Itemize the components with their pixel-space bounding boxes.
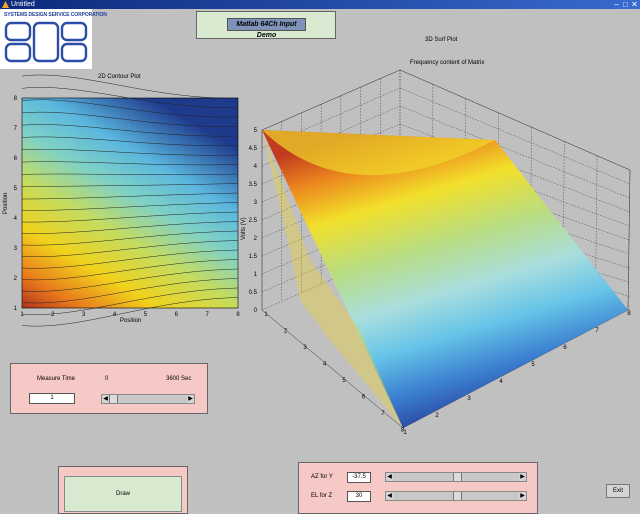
measure-min-label: 0 [105, 376, 108, 382]
el-label: EL for Z [311, 493, 332, 499]
surf-right-tick: 6 [563, 345, 567, 351]
slider-thumb[interactable] [453, 473, 462, 481]
surf-left-tick: 3 [303, 345, 307, 351]
view-angle-panel: AZ for Y -37.5 ◀ ▶ EL for Z 30 ◀ ▶ [298, 462, 538, 514]
measure-time-input[interactable]: 1 [29, 393, 75, 404]
slider-right-arrow-icon[interactable]: ▶ [187, 395, 194, 403]
surf-left-tick: 7 [381, 411, 385, 417]
exit-button[interactable]: Exit [606, 484, 630, 498]
surf-left-tick: 2 [284, 329, 288, 335]
surf-ztick: 1 [254, 272, 258, 278]
slider-thumb[interactable] [453, 492, 462, 500]
surf-ztick: 4.5 [249, 146, 258, 152]
surf-ztick: 0 [254, 308, 258, 314]
surf-right-tick: 3 [467, 396, 471, 402]
surf-ztick: 2.5 [249, 218, 258, 224]
surf-right-tick: 8 [627, 311, 631, 317]
surf-right-tick: 2 [435, 413, 439, 419]
surf-ztick: 1.5 [249, 254, 258, 260]
slider-left-arrow-icon[interactable]: ◀ [102, 395, 109, 403]
surf-plot: 00.511.522.533.544.551234567812345678 [0, 0, 640, 512]
surf-right-tick: 5 [531, 362, 535, 368]
measure-time-panel: Measure Time 0 3600 Sec 1 ◀ ▶ [10, 363, 208, 414]
az-label: AZ for Y [311, 474, 333, 480]
slider-right-arrow-icon[interactable]: ▶ [519, 492, 526, 500]
surf-right-tick: 7 [595, 328, 599, 334]
surf-ztick: 3 [254, 200, 258, 206]
surf-ztick: 4 [254, 164, 258, 170]
measure-time-slider[interactable]: ◀ ▶ [101, 394, 195, 404]
surf-ztick: 2 [254, 236, 258, 242]
surf-left-tick: 5 [342, 378, 346, 384]
el-input[interactable]: 30 [347, 491, 371, 502]
measure-time-label: Measure Time [37, 376, 75, 382]
el-slider[interactable]: ◀ ▶ [385, 491, 527, 501]
slider-right-arrow-icon[interactable]: ▶ [519, 473, 526, 481]
az-slider[interactable]: ◀ ▶ [385, 472, 527, 482]
surf-right-tick: 1 [403, 430, 407, 436]
slider-left-arrow-icon[interactable]: ◀ [386, 492, 393, 500]
slider-left-arrow-icon[interactable]: ◀ [386, 473, 393, 481]
surf-ztick: 5 [254, 128, 258, 134]
slider-thumb[interactable] [109, 395, 118, 403]
surf-left-tick: 4 [323, 362, 327, 368]
surf-right-tick: 4 [499, 379, 503, 385]
az-input[interactable]: -37.5 [347, 472, 371, 483]
measure-max-label: 3600 Sec [166, 376, 191, 382]
surf-ztick: 0.5 [249, 290, 258, 296]
draw-button[interactable]: Draw [64, 476, 182, 512]
surf-ztick: 3.5 [249, 182, 258, 188]
surf-left-tick: 6 [362, 395, 366, 401]
